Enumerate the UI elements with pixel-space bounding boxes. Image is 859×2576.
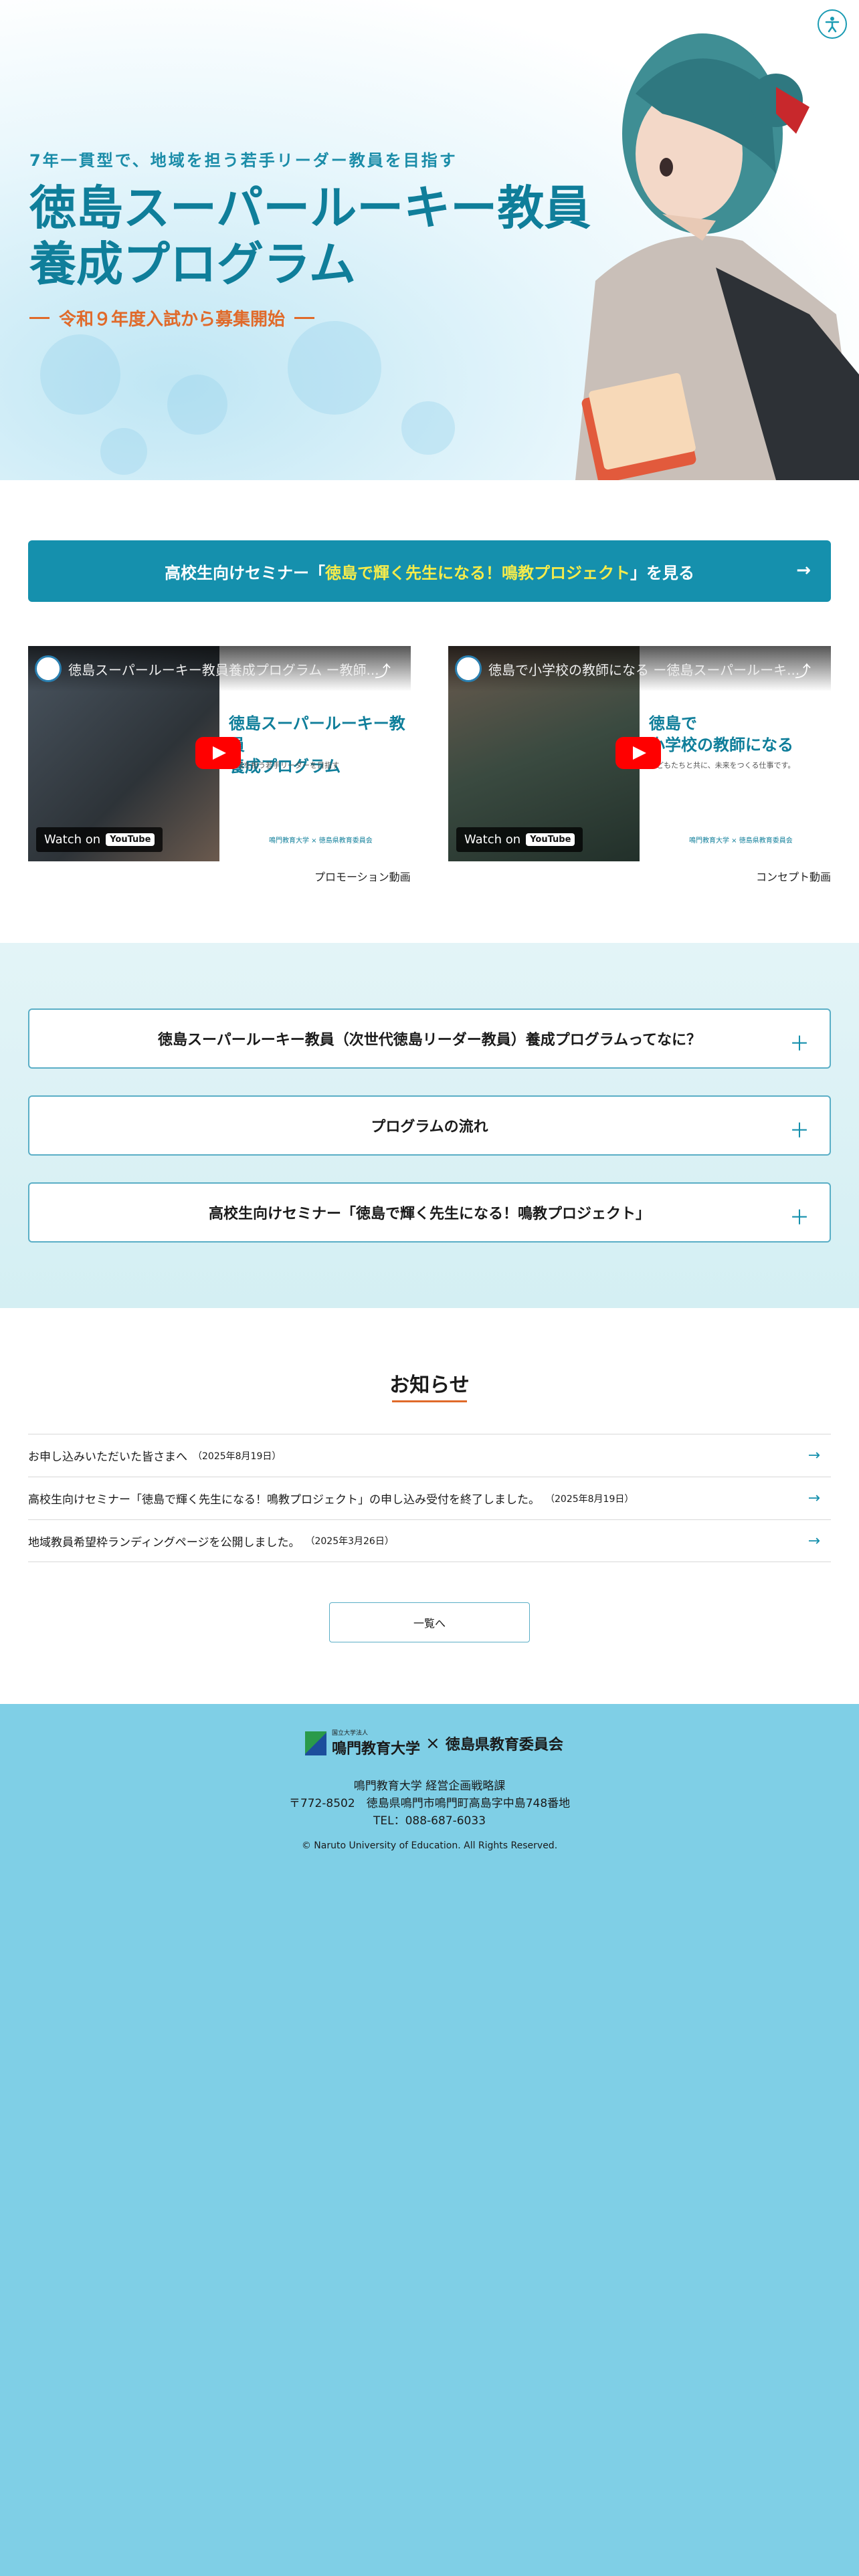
announcement-text: 令和９年度入試から募集開始 xyxy=(59,310,286,330)
footer-postal-address: 〒772-8502 徳島県鳴門市鳴門町高島字中島748番地 xyxy=(288,1797,571,1810)
share-icon[interactable]: ⤴ xyxy=(375,658,391,681)
news-list-more-button[interactable]: 一覧へ xyxy=(329,1602,530,1642)
video-card-title: 徳島で小学校の教師になる xyxy=(649,713,793,756)
plus-icon: ＋ xyxy=(789,1206,809,1230)
youtube-logo-icon: YouTube xyxy=(106,833,155,846)
accordion-about-program[interactable]: 徳島スーパールーキー教員（次世代徳島リーダー教員）養成プログラムってなに？ ＋ xyxy=(28,1008,831,1069)
footer-address: 鳴門教育大学 経営企画戦略課 〒772-8502 徳島県鳴門市鳴門町高島字中島7… xyxy=(0,1778,859,1830)
arrow-right-icon: → xyxy=(807,1490,820,1507)
accordion-seminar[interactable]: 高校生向けセミナー「徳島で輝く先生になる！鳴教プロジェクト」 ＋ xyxy=(28,1182,831,1243)
watch-on-label: Watch on xyxy=(464,833,521,847)
video-card-title-line2: 小学校の教師になる xyxy=(649,736,793,754)
footer-tel: TEL：088-687-6033 xyxy=(373,1814,486,1828)
news-item-text: お申し込みいただいた皆さまへ xyxy=(28,1451,187,1464)
share-icon[interactable]: ⤴ xyxy=(795,658,811,681)
university-label: 鳴門教育大学 xyxy=(332,1741,421,1757)
hero-bubble xyxy=(167,374,227,435)
arrow-right-icon: → xyxy=(807,1447,820,1464)
video-card-subtitle: 地域を担う若手リーダーを目指す xyxy=(229,761,339,770)
accessibility-button[interactable] xyxy=(818,9,847,39)
arrow-right-icon: → xyxy=(796,560,811,580)
video-card-footer: 鳴門教育大学 × 徳島県教育委員会 xyxy=(269,837,373,845)
news-heading: お知らせ xyxy=(389,1374,470,1397)
accessibility-icon xyxy=(825,17,840,33)
video-title-bar: 徳島で小学校の教師になる ー徳島スーパールーキ... xyxy=(448,646,831,691)
seminar-link-button[interactable]: 高校生向けセミナー「 徳島で輝く先生になる！鳴教プロジェクト 」を見る → xyxy=(28,540,831,602)
news-item[interactable]: 高校生向けセミナー「徳島で輝く先生になる！鳴教プロジェクト」の申し込み受付を終了… xyxy=(28,1477,831,1519)
concept-video-player[interactable]: 徳島で小学校の教師になる 子どもたちと共に、未来をつくる仕事です。 鳴門教育大学… xyxy=(448,646,831,861)
news-item[interactable]: 地域教員希望枠ランディングページを公開しました。 （2025年3月26日） → xyxy=(28,1519,831,1562)
watch-on-youtube-button[interactable]: Watch on YouTube xyxy=(456,827,583,852)
plus-icon: ＋ xyxy=(789,1033,809,1056)
seminar-highlight: 徳島で輝く先生になる！鳴教プロジェクト xyxy=(325,563,630,582)
video-card-title-line1: 徳島で xyxy=(649,714,697,733)
promo-video-player[interactable]: 徳島スーパールーキー教員養成プログラム 地域を担う若手リーダーを目指す 鳴門教育… xyxy=(28,646,411,861)
board-of-education-name: 徳島県教育委員会 xyxy=(445,1736,563,1753)
accordion-program-flow[interactable]: プログラムの流れ ＋ xyxy=(28,1095,831,1156)
university-logo-icon xyxy=(305,1731,326,1755)
youtube-logo-icon: YouTube xyxy=(526,833,575,846)
hero-bubble xyxy=(288,321,381,415)
university-type: 国立大学法人 xyxy=(332,1730,369,1737)
arrow-right-icon: → xyxy=(807,1532,820,1549)
footer-department: 鳴門教育大学 経営企画戦略課 xyxy=(353,1780,506,1793)
footer-logo[interactable]: 国立大学法人 鳴門教育大学 × 徳島県教育委員会 xyxy=(305,1728,563,1758)
accordion-label: 高校生向けセミナー「徳島で輝く先生になる！鳴教プロジェクト」 xyxy=(208,1206,650,1222)
channel-logo-icon[interactable] xyxy=(455,655,482,682)
hero-bubble xyxy=(401,401,455,455)
seminar-suffix: 」を見る xyxy=(630,563,694,582)
hero-bubble xyxy=(100,428,147,475)
video-card-footer: 鳴門教育大学 × 徳島県教育委員会 xyxy=(689,837,793,845)
video-card-subtitle: 子どもたちと共に、未来をつくる仕事です。 xyxy=(649,761,795,770)
news-item-date: （2025年3月26日） xyxy=(305,1536,394,1547)
news-item-date: （2025年8月19日） xyxy=(193,1451,282,1462)
news-section: お知らせ お申し込みいただいた皆さまへ （2025年8月19日） → 高校生向け… xyxy=(0,1308,859,1704)
announcement-dash-left xyxy=(29,317,50,319)
video-title-bar: 徳島スーパールーキー教員養成プログラム ー教師... xyxy=(28,646,411,691)
watch-on-youtube-button[interactable]: Watch on YouTube xyxy=(36,827,163,852)
hero-bubble xyxy=(40,334,120,415)
news-item[interactable]: お申し込みいただいた皆さまへ （2025年8月19日） → xyxy=(28,1434,831,1477)
hero-illustration-student xyxy=(575,33,859,480)
university-name: 国立大学法人 鳴門教育大学 xyxy=(332,1728,420,1758)
cross-symbol: × xyxy=(425,1733,440,1753)
hero: 7年一貫型で、地域を担う若手リーダー教員を目指す 徳島スーパールーキー教員 養成… xyxy=(0,0,859,480)
accordion-label: 徳島スーパールーキー教員（次世代徳島リーダー教員）養成プログラムってなに？ xyxy=(157,1032,702,1049)
promo-video-caption: プロモーション動画 xyxy=(314,871,411,883)
news-list: お申し込みいただいた皆さまへ （2025年8月19日） → 高校生向けセミナー「… xyxy=(28,1434,831,1562)
announcement-dash-right xyxy=(294,317,315,319)
footer-copyright: © Naruto University of Education. All Ri… xyxy=(301,1840,558,1851)
accordion-section: 徳島スーパールーキー教員（次世代徳島リーダー教員）養成プログラムってなに？ ＋ … xyxy=(0,943,859,1308)
footer: 国立大学法人 鳴門教育大学 × 徳島県教育委員会 鳴門教育大学 経営企画戦略課 … xyxy=(0,1704,859,2576)
video-title[interactable]: 徳島で小学校の教師になる ー徳島スーパールーキ... xyxy=(488,659,799,679)
watch-on-label: Watch on xyxy=(44,833,101,847)
intro-section: 高校生向けセミナー「 徳島で輝く先生になる！鳴教プロジェクト 」を見る → 徳島スー… xyxy=(0,480,859,943)
video-card-title-line1: 徳島スーパールーキー教員 xyxy=(229,714,405,754)
plus-icon: ＋ xyxy=(789,1119,809,1143)
play-button-icon[interactable] xyxy=(195,737,241,769)
channel-logo-icon[interactable] xyxy=(35,655,62,682)
news-heading-underline xyxy=(392,1400,467,1402)
news-item-date: （2025年8月19日） xyxy=(545,1493,634,1505)
accordion-label: プログラムの流れ xyxy=(371,1119,488,1136)
concept-video-caption: コンセプト動画 xyxy=(756,871,832,883)
play-button-icon[interactable] xyxy=(615,737,661,769)
news-item-text: 地域教員希望枠ランディングページを公開しました。 xyxy=(28,1535,300,1549)
video-title[interactable]: 徳島スーパールーキー教員養成プログラム ー教師... xyxy=(68,659,379,679)
news-item-text: 高校生向けセミナー「徳島で輝く先生になる！鳴教プロジェクト」の申し込み受付を終了… xyxy=(28,1493,540,1507)
seminar-prefix: 高校生向けセミナー「 xyxy=(165,563,325,582)
